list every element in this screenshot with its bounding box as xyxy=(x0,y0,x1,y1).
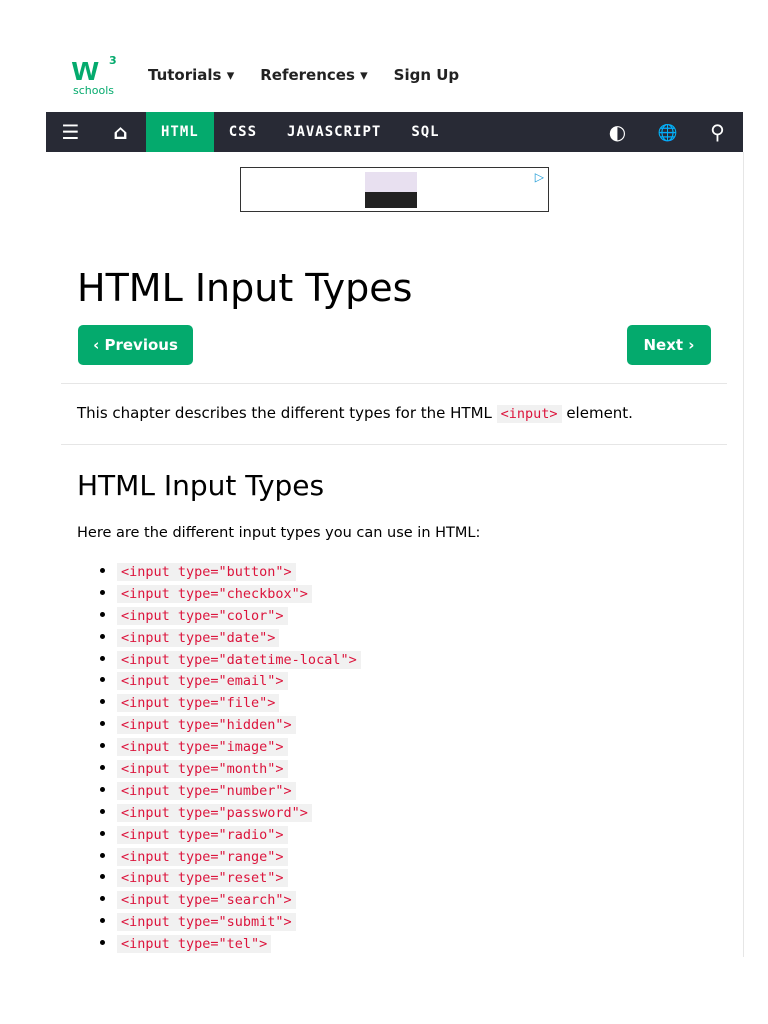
globe-icon[interactable]: 🌐 xyxy=(643,112,693,152)
divider xyxy=(61,383,727,384)
list-item: <input type="search"> xyxy=(117,888,361,910)
input-type-code: <input type="range"> xyxy=(117,847,288,866)
list-item: <input type="tel"> xyxy=(117,932,361,954)
list-item: <input type="month"> xyxy=(117,757,361,779)
input-type-code: <input type="datetime-local"> xyxy=(117,650,361,669)
ad-banner[interactable]: ▷ xyxy=(240,167,549,212)
input-type-code: <input type="checkbox"> xyxy=(117,584,312,603)
section-heading: HTML Input Types xyxy=(77,469,325,502)
input-type-code: <input type="reset"> xyxy=(117,869,288,888)
logo-sup: 3 xyxy=(109,54,117,67)
tutorials-menu[interactable]: Tutorials ▾ xyxy=(148,66,234,84)
input-type-code: <input type="color"> xyxy=(117,606,288,625)
nav-html[interactable]: HTML xyxy=(146,112,214,152)
logo-schools: schools xyxy=(73,84,114,97)
intro-text: This chapter describes the different typ… xyxy=(77,404,633,423)
list-item: <input type="date"> xyxy=(117,626,361,648)
references-menu[interactable]: References ▾ xyxy=(260,66,367,84)
page-title: HTML Input Types xyxy=(77,266,413,310)
home-icon[interactable]: ⌂ xyxy=(96,112,146,152)
menu-icon[interactable]: ☰ xyxy=(46,112,96,152)
list-item: <input type="number"> xyxy=(117,779,361,801)
main-navbar: ☰ ⌂ HTML CSS JAVASCRIPT SQL ◐ 🌐 ⚲ xyxy=(46,112,743,152)
ad-image xyxy=(365,172,417,208)
input-type-code: <input type="file"> xyxy=(117,694,280,713)
intro-before: This chapter describes the different typ… xyxy=(77,404,497,422)
previous-button[interactable]: ‹ Previous xyxy=(78,325,193,365)
input-type-code: <input type="tel"> xyxy=(117,935,272,954)
list-item: <input type="image"> xyxy=(117,735,361,757)
input-type-code: <input type="button"> xyxy=(117,563,296,581)
top-nav: Tutorials ▾ References ▾ Sign Up xyxy=(148,66,459,84)
list-item: <input type="checkbox"> xyxy=(117,582,361,604)
input-type-code: <input type="email"> xyxy=(117,672,288,691)
input-type-code: <input type="date"> xyxy=(117,628,280,647)
list-item: <input type="reset"> xyxy=(117,866,361,888)
search-icon[interactable]: ⚲ xyxy=(693,112,743,152)
input-type-code: <input type="search"> xyxy=(117,891,296,910)
list-item: <input type="email"> xyxy=(117,669,361,691)
list-item: <input type="color"> xyxy=(117,604,361,626)
intro-after: element. xyxy=(561,404,633,422)
nav-css[interactable]: CSS xyxy=(214,112,272,152)
list-item: <input type="radio"> xyxy=(117,823,361,845)
input-type-code: <input type="submit"> xyxy=(117,913,296,932)
list-item: <input type="datetime-local"> xyxy=(117,648,361,670)
list-item: <input type="password"> xyxy=(117,801,361,823)
input-type-code: <input type="number"> xyxy=(117,781,296,800)
nav-javascript[interactable]: JAVASCRIPT xyxy=(272,112,396,152)
input-type-code: <input type="radio"> xyxy=(117,825,288,844)
input-type-code: <input type="hidden"> xyxy=(117,716,296,735)
input-type-code: <input type="image"> xyxy=(117,738,288,757)
section-paragraph: Here are the different input types you c… xyxy=(77,525,481,541)
signup-link[interactable]: Sign Up xyxy=(394,66,460,84)
list-item: <input type="hidden"> xyxy=(117,713,361,735)
intro-code: <input> xyxy=(496,405,562,423)
divider xyxy=(61,444,727,445)
list-item: <input type="submit"> xyxy=(117,910,361,932)
list-item: <input type="button"> xyxy=(117,560,361,582)
contrast-icon[interactable]: ◐ xyxy=(593,112,643,152)
ad-choices-icon[interactable]: ▷ xyxy=(535,170,544,184)
input-type-code: <input type="password"> xyxy=(117,803,312,822)
content-border xyxy=(743,152,744,957)
input-types-list: <input type="button"> <input type="checkb… xyxy=(77,560,361,954)
nav-sql[interactable]: SQL xyxy=(396,112,454,152)
input-type-code: <input type="month"> xyxy=(117,760,288,779)
next-button[interactable]: Next › xyxy=(627,325,711,365)
list-item: <input type="file"> xyxy=(117,691,361,713)
w3schools-logo[interactable]: w 3 schools xyxy=(72,50,122,100)
list-item: <input type="range"> xyxy=(117,845,361,867)
